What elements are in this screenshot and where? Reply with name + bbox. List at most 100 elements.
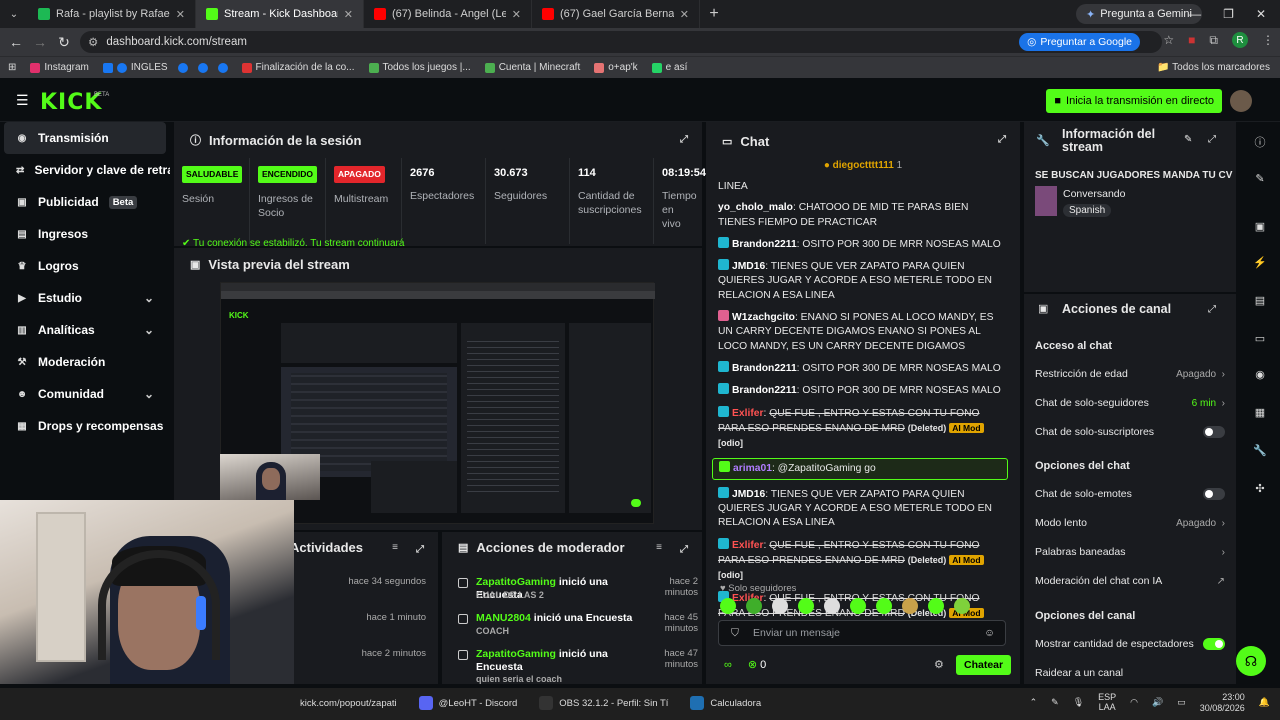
chat-username[interactable]: W1zachgcito (732, 312, 795, 323)
sidebar-item[interactable]: ▦ Drops y recompensas (0, 410, 170, 442)
chat-message[interactable]: W1zachgcito: ENANO SI PONES AL LOCO MAND… (718, 310, 1008, 354)
chat-settings-icon[interactable]: ⚙ (934, 658, 944, 671)
browser-tab[interactable]: (67) Belinda - Angel (Letra/Lyric ✕ (364, 0, 532, 28)
tab-close-icon[interactable]: ✕ (176, 8, 185, 21)
pinned-gifter[interactable]: ● diegoctttt111 1 (706, 160, 1020, 171)
sidebar-item[interactable]: ▥ Analíticas ⌄ (0, 314, 170, 346)
bookmark-item[interactable]: o+ap'k (594, 62, 638, 73)
slow-mode-row[interactable]: Modo lento Apagado › (1035, 517, 1225, 529)
pen-icon[interactable]: ✎ (1051, 697, 1059, 708)
tray-expand-icon[interactable]: ⌃ (1030, 697, 1038, 708)
apps-grid-icon[interactable]: ⊞ (8, 62, 16, 73)
chat-input[interactable]: ⛉ Enviar un mensaje ☺ (718, 620, 1006, 646)
site-info-icon[interactable]: ⚙ (88, 35, 98, 49)
taskbar-item[interactable]: Calculadora (690, 696, 761, 710)
browser-tab[interactable]: Rafa - playlist by Rafael.xared | ✕ (28, 0, 196, 28)
chat-message[interactable]: JMD16: TIENES QUE VER ZAPATO PARA QUIEN … (718, 259, 1008, 303)
browser-tab[interactable]: Stream - Kick Dashboard ✕ (196, 0, 364, 28)
sidebar-item[interactable]: ▶ Estudio ⌄ (0, 282, 170, 314)
reload-icon[interactable]: ↻ (52, 34, 76, 51)
tab-close-icon[interactable]: ✕ (680, 8, 689, 21)
go-live-button[interactable]: ■ Inicia la transmisión en directo (1046, 89, 1222, 113)
chat-message[interactable]: Brandon2211: OSITO POR 300 DE MRR NOSEAS… (718, 236, 1008, 252)
info-icon[interactable]: ⓘ (1252, 134, 1268, 150)
show-viewers-toggle[interactable] (1203, 638, 1225, 650)
taskbar-item[interactable]: @LeoHT - Discord (418, 696, 517, 710)
expand-icon[interactable]: ⤢ (1208, 134, 1216, 145)
user-avatar[interactable] (1230, 90, 1252, 112)
bookmark-item[interactable]: INGLES (102, 62, 228, 73)
chat-message[interactable]: Brandon2211: OSITO POR 300 DE MRR NOSEAS… (718, 360, 1008, 376)
subs-chat-toggle[interactable] (1203, 426, 1225, 438)
tab-close-icon[interactable]: ✕ (512, 8, 521, 21)
chat-username[interactable]: yo_cholo_malo (718, 202, 793, 213)
age-restriction-row[interactable]: Restricción de edad Apagado › (1035, 368, 1225, 380)
record-icon[interactable]: ◉ (1252, 368, 1268, 384)
edit-icon[interactable]: ✎ (1184, 134, 1192, 145)
bookmark-item[interactable]: Instagram (30, 62, 89, 73)
followers-chat-row[interactable]: Chat de solo-seguidores 6 min › (1035, 397, 1225, 409)
mic-icon[interactable]: 🎙 (1073, 697, 1084, 708)
chat-message[interactable]: JMD16: TIENES QUE VER ZAPATO PARA QUIEN … (718, 486, 1008, 531)
sidebar-item[interactable]: ⚒ Moderación (0, 346, 170, 378)
support-headset-icon[interactable]: ☊ (1236, 646, 1266, 676)
chat-message[interactable]: Brandon2211: OSITO POR 300 DE MRR NOSEAS… (718, 383, 1008, 398)
mod-action-user[interactable]: MANU2804 (476, 612, 531, 624)
chat-username[interactable]: Brandon2211 (732, 239, 797, 250)
raid-row[interactable]: Raidear a un canal (1035, 667, 1225, 679)
chat-username[interactable]: arima01 (733, 463, 772, 474)
back-icon[interactable]: ← (4, 34, 28, 50)
emoji-icon[interactable]: ☺ (984, 627, 995, 639)
ask-google-button[interactable]: ◎ Preguntar a Google (1019, 33, 1140, 51)
taskbar-item[interactable]: OBS 32.1.2 - Perfil: Sin Tí (539, 696, 668, 710)
bookmark-item[interactable]: Todos los juegos |... (368, 62, 471, 73)
chat-icon[interactable]: ▭ (1252, 332, 1268, 348)
emote-chat-toggle[interactable] (1203, 488, 1225, 500)
chat-message[interactable]: Exlifer: QUE FUE , ENTRO Y ESTAS CON TU … (718, 405, 1008, 452)
browser-menu-icon[interactable]: ⋮ (1262, 33, 1274, 47)
language-indicator[interactable]: ESP LAA (1098, 692, 1116, 713)
emote-icon[interactable] (824, 598, 840, 614)
expand-icon[interactable]: ⤢ (416, 544, 424, 555)
video-panel-icon[interactable]: ▣ (1252, 220, 1268, 236)
emote-icon[interactable] (902, 598, 918, 614)
tab-close-icon[interactable]: ✕ (344, 8, 353, 21)
lightning-icon[interactable]: ⚡ (1252, 256, 1268, 272)
url-field[interactable]: ⚙ dashboard.kick.com/stream (80, 31, 1162, 53)
all-bookmarks[interactable]: 📁 Todos los marcadores (1157, 62, 1270, 73)
extensions-puzzle-icon[interactable]: ⧉ (1209, 33, 1218, 48)
sidebar-item[interactable]: ⇄ Servidor y clave de retransmisión (0, 154, 170, 186)
sidebar-item[interactable]: ◉ Transmisión (4, 122, 166, 154)
banned-words-row[interactable]: Palabras baneadas › (1035, 546, 1225, 558)
new-tab-button[interactable]: + (700, 5, 728, 23)
close-window-icon[interactable]: ✕ (1256, 7, 1266, 21)
tab-list-icon[interactable]: ⌄ (0, 9, 28, 20)
sidebar-item[interactable]: ♛ Logros (0, 250, 170, 282)
wrench-icon[interactable]: 🔧 (1252, 444, 1268, 460)
emote-icon[interactable] (798, 598, 814, 614)
expand-icon[interactable]: ⤢ (1208, 304, 1216, 315)
kick-coin-icon[interactable]: ⊗ 0 (748, 658, 766, 671)
emote-icon[interactable] (876, 598, 892, 614)
mod-action-user[interactable]: ZapatitoGaming (476, 576, 556, 588)
edit-icon[interactable]: ✎ (1252, 172, 1268, 188)
bookmark-item[interactable]: e así (651, 62, 687, 73)
profile-avatar[interactable]: R (1232, 32, 1248, 48)
emote-icon[interactable] (772, 598, 788, 614)
emote-icon[interactable] (954, 598, 970, 614)
emote-icon[interactable] (746, 598, 762, 614)
chat-username[interactable]: Brandon2211 (732, 363, 797, 374)
clock[interactable]: 23:00 30/08/2026 (1200, 692, 1245, 714)
camera-icon[interactable]: ▦ (1252, 406, 1268, 422)
expand-icon[interactable]: ⤢ (998, 134, 1006, 145)
chat-username[interactable]: Brandon2211 (732, 385, 797, 396)
extension-icon[interactable]: ■ (1188, 33, 1195, 47)
emote-icon[interactable] (928, 598, 944, 614)
chat-username[interactable]: JMD16 (732, 489, 765, 500)
forward-icon[interactable]: → (28, 34, 52, 50)
chat-username[interactable]: JMD16 (732, 261, 765, 272)
chat-message[interactable]: Exlifer: QUE FUE , ENTRO Y ESTAS CON TU … (718, 537, 1008, 584)
list-icon[interactable]: ▤ (1252, 294, 1268, 310)
expand-icon[interactable]: ⤢ (680, 134, 688, 145)
browser-tab[interactable]: (67) Gael García Bernal, Lucy H ✕ (532, 0, 700, 28)
